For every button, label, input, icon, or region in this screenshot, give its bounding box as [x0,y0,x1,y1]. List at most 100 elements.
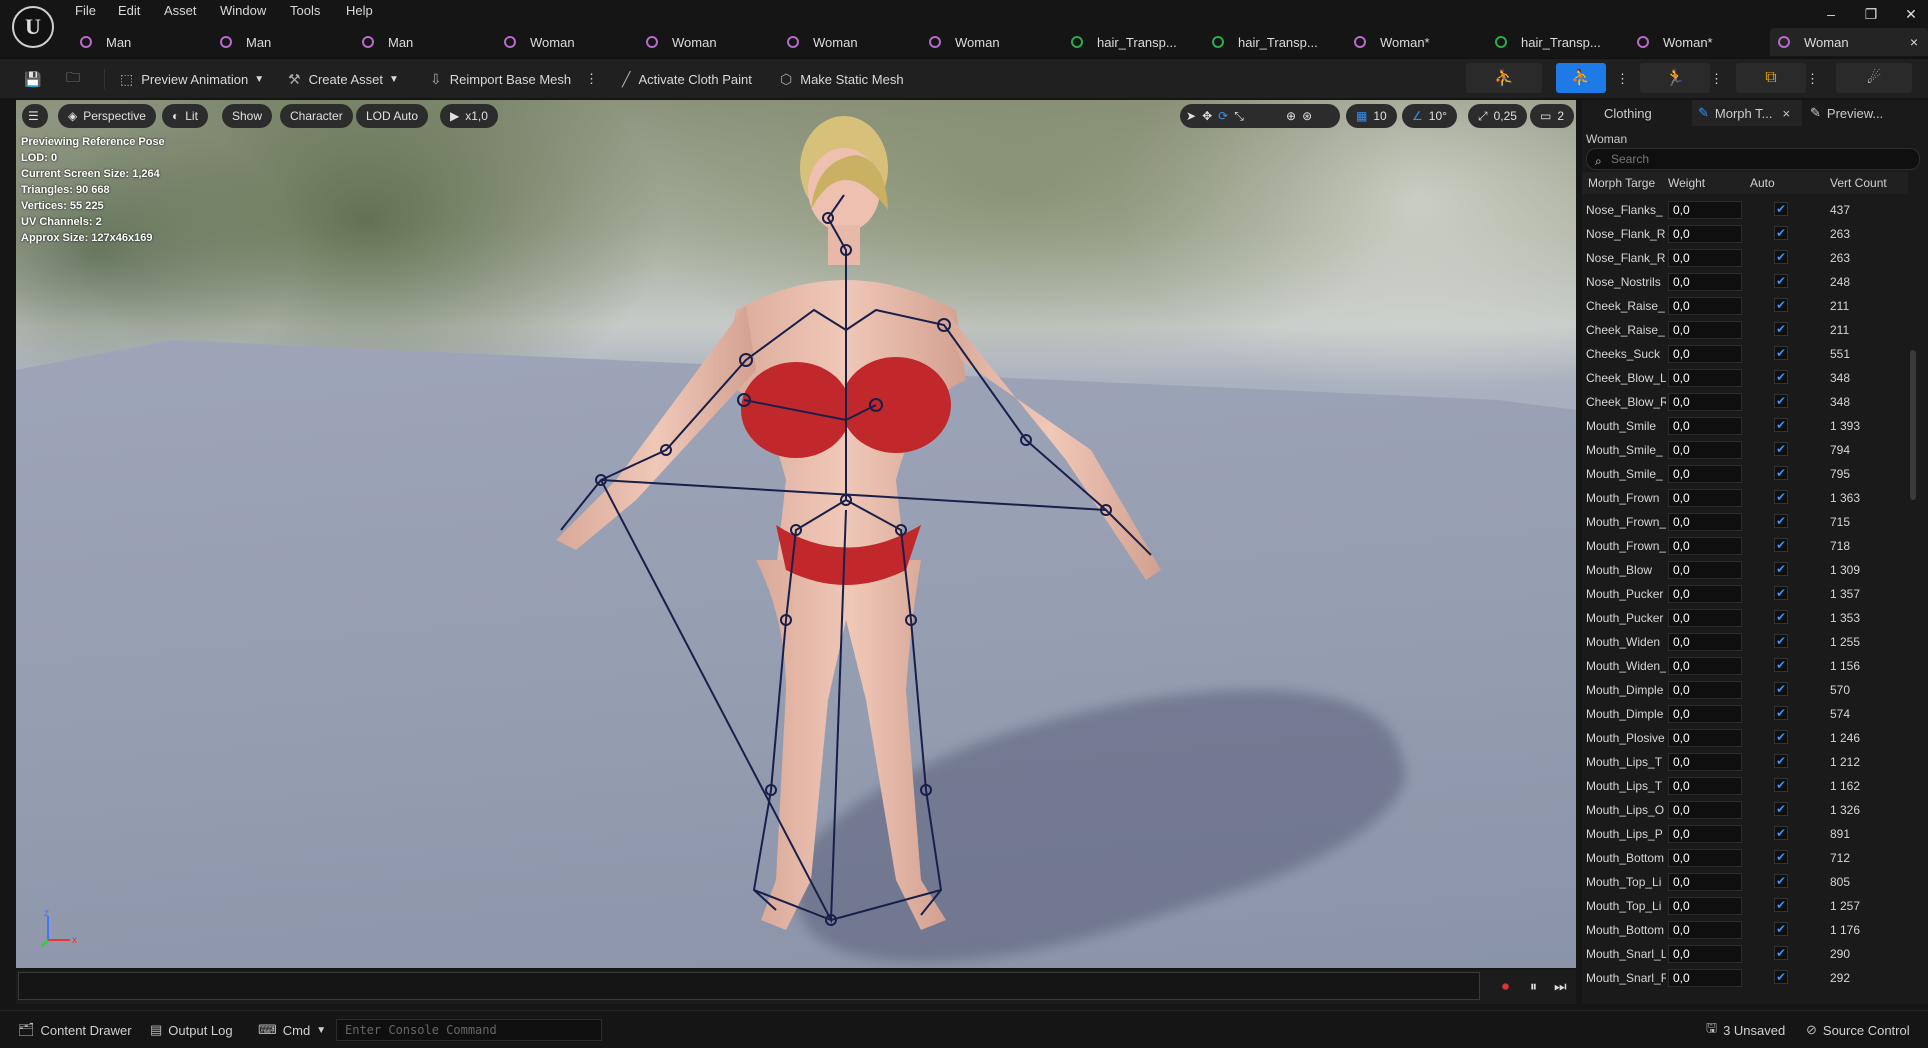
table-row[interactable]: Mouth_Pucker 0,0 ✔ 1 357 [1582,582,1908,606]
weight-input[interactable]: 0,0 [1668,969,1742,987]
animation-mode-button[interactable]: 🏃 [1640,63,1710,93]
weight-input[interactable]: 0,0 [1668,897,1742,915]
table-row[interactable]: Mouth_Top_Li 0,0 ✔ 1 257 [1582,894,1908,918]
more-options-icon[interactable]: ⋮ [585,67,598,91]
table-row[interactable]: Mouth_Frown_ 0,0 ✔ 718 [1582,534,1908,558]
table-row[interactable]: Cheek_Blow_L 0,0 ✔ 348 [1582,366,1908,390]
menu-tools[interactable]: Tools [290,3,320,18]
column-morph-target[interactable]: Morph Targe [1588,176,1655,190]
more-options-icon[interactable]: ⋮ [1806,67,1819,91]
select-arrow-icon[interactable]: ➤ [1186,109,1196,123]
minimize-button[interactable]: – [1816,6,1846,22]
auto-checkbox[interactable]: ✔ [1774,322,1788,336]
table-row[interactable]: Mouth_Bottom 0,0 ✔ 1 176 [1582,918,1908,942]
menu-asset[interactable]: Asset [164,3,197,18]
weight-input[interactable]: 0,0 [1668,849,1742,867]
output-log-button[interactable]: ▤ Output Log [150,1019,233,1041]
unsaved-button[interactable]: 🖫 3 Unsaved [1706,1019,1785,1041]
character-button[interactable]: Character [280,104,353,128]
lit-button[interactable]: ◐ Lit [162,104,208,128]
weight-input[interactable]: 0,0 [1668,441,1742,459]
table-row[interactable]: Mouth_Widen 0,0 ✔ 1 255 [1582,630,1908,654]
auto-checkbox[interactable]: ✔ [1774,850,1788,864]
move-icon[interactable]: ✥ [1202,109,1212,123]
table-row[interactable]: Mouth_Frown_ 0,0 ✔ 715 [1582,510,1908,534]
tab-man-3[interactable]: Man [362,28,413,56]
weight-input[interactable]: 0,0 [1668,729,1742,747]
weight-input[interactable]: 0,0 [1668,369,1742,387]
search-input[interactable]: ⌕ Search [1586,148,1920,170]
browse-button[interactable]: 🗀 [66,67,88,91]
surface-snap-icon[interactable]: ⊛ [1302,109,1312,123]
show-button[interactable]: Show [222,104,273,128]
weight-input[interactable]: 0,0 [1668,297,1742,315]
weight-input[interactable]: 0,0 [1668,393,1742,411]
angle-snap-button[interactable]: ∠ 10° [1402,104,1457,128]
weight-input[interactable]: 0,0 [1668,585,1742,603]
rotate-icon[interactable]: ⟳ [1218,109,1228,123]
table-row[interactable]: Mouth_Bottom 0,0 ✔ 712 [1582,846,1908,870]
timeline-scrubber[interactable] [18,972,1480,1000]
auto-checkbox[interactable]: ✔ [1774,778,1788,792]
weight-input[interactable]: 0,0 [1668,873,1742,891]
auto-checkbox[interactable]: ✔ [1774,730,1788,744]
weight-input[interactable]: 0,0 [1668,945,1742,963]
physics-mode-button[interactable]: ☄ [1836,63,1912,93]
table-row[interactable]: Nose_Flank_R 0,0 ✔ 263 [1582,222,1908,246]
auto-checkbox[interactable]: ✔ [1774,538,1788,552]
auto-checkbox[interactable]: ✔ [1774,826,1788,840]
weight-input[interactable]: 0,0 [1668,561,1742,579]
weight-input[interactable]: 0,0 [1668,657,1742,675]
more-options-icon[interactable]: ⋮ [1616,67,1629,91]
auto-checkbox[interactable]: ✔ [1774,658,1788,672]
column-weight[interactable]: Weight [1668,176,1705,190]
weight-input[interactable]: 0,0 [1668,321,1742,339]
table-row[interactable]: Mouth_Smile_ 0,0 ✔ 794 [1582,438,1908,462]
auto-checkbox[interactable]: ✔ [1774,922,1788,936]
table-row[interactable]: Mouth_Lips_P 0,0 ✔ 891 [1582,822,1908,846]
preview-animation-button[interactable]: ⬚ Preview Animation ▼ [120,67,264,91]
auto-checkbox[interactable]: ✔ [1774,226,1788,240]
camera-speed-button[interactable]: ▭ 2 [1530,104,1575,128]
tab-man-1[interactable]: Man [80,28,131,56]
weight-input[interactable]: 0,0 [1668,633,1742,651]
grid-snap-button[interactable]: ▦ 10 [1346,104,1397,128]
table-row[interactable]: Cheek_Raise_ 0,0 ✔ 211 [1582,318,1908,342]
close-tab-icon[interactable]: × [1910,34,1918,50]
unreal-logo-icon[interactable]: U [12,6,54,48]
auto-checkbox[interactable]: ✔ [1774,202,1788,216]
table-row[interactable]: Mouth_Snarl_R 0,0 ✔ 292 [1582,966,1908,990]
tab-woman-1[interactable]: Woman [504,28,575,56]
auto-checkbox[interactable]: ✔ [1774,274,1788,288]
tab-hair-2[interactable]: hair_Transp... [1212,28,1318,56]
tab-man-2[interactable]: Man [220,28,271,56]
skeleton-mode-button[interactable]: ⛹ [1466,63,1542,93]
auto-checkbox[interactable]: ✔ [1774,586,1788,600]
reimport-button[interactable]: ⇩ Reimport Base Mesh [430,67,571,91]
auto-checkbox[interactable]: ✔ [1774,898,1788,912]
tab-clothing[interactable]: Clothing [1582,100,1692,126]
record-icon[interactable]: ⏺ [1502,978,1509,995]
table-row[interactable]: Nose_Nostrils 0,0 ✔ 248 [1582,270,1908,294]
auto-checkbox[interactable]: ✔ [1774,298,1788,312]
tab-hair-1[interactable]: hair_Transp... [1071,28,1177,56]
auto-checkbox[interactable]: ✔ [1774,706,1788,720]
tab-preview[interactable]: ✎ Preview... [1804,100,1914,126]
activate-cloth-paint-button[interactable]: ╱ Activate Cloth Paint [622,67,752,91]
cmd-button[interactable]: ⌨ Cmd ▼ [258,1019,326,1041]
auto-checkbox[interactable]: ✔ [1774,346,1788,360]
tab-woman-active[interactable]: Woman × [1770,28,1928,56]
tab-morph-targets[interactable]: ✎ Morph T... × [1692,100,1802,126]
scale-snap-button[interactable]: ⤢ 0,25 [1468,104,1527,128]
content-drawer-button[interactable]: 🗂 Content Drawer [18,1019,132,1041]
auto-checkbox[interactable]: ✔ [1774,802,1788,816]
weight-input[interactable]: 0,0 [1668,273,1742,291]
auto-checkbox[interactable]: ✔ [1774,370,1788,384]
close-tab-icon[interactable]: × [1782,106,1790,121]
viewport-options-button[interactable]: ☰ [22,104,48,128]
auto-checkbox[interactable]: ✔ [1774,970,1788,984]
weight-input[interactable]: 0,0 [1668,225,1742,243]
weight-input[interactable]: 0,0 [1668,801,1742,819]
table-row[interactable]: Mouth_Smile 0,0 ✔ 1 393 [1582,414,1908,438]
auto-checkbox[interactable]: ✔ [1774,682,1788,696]
